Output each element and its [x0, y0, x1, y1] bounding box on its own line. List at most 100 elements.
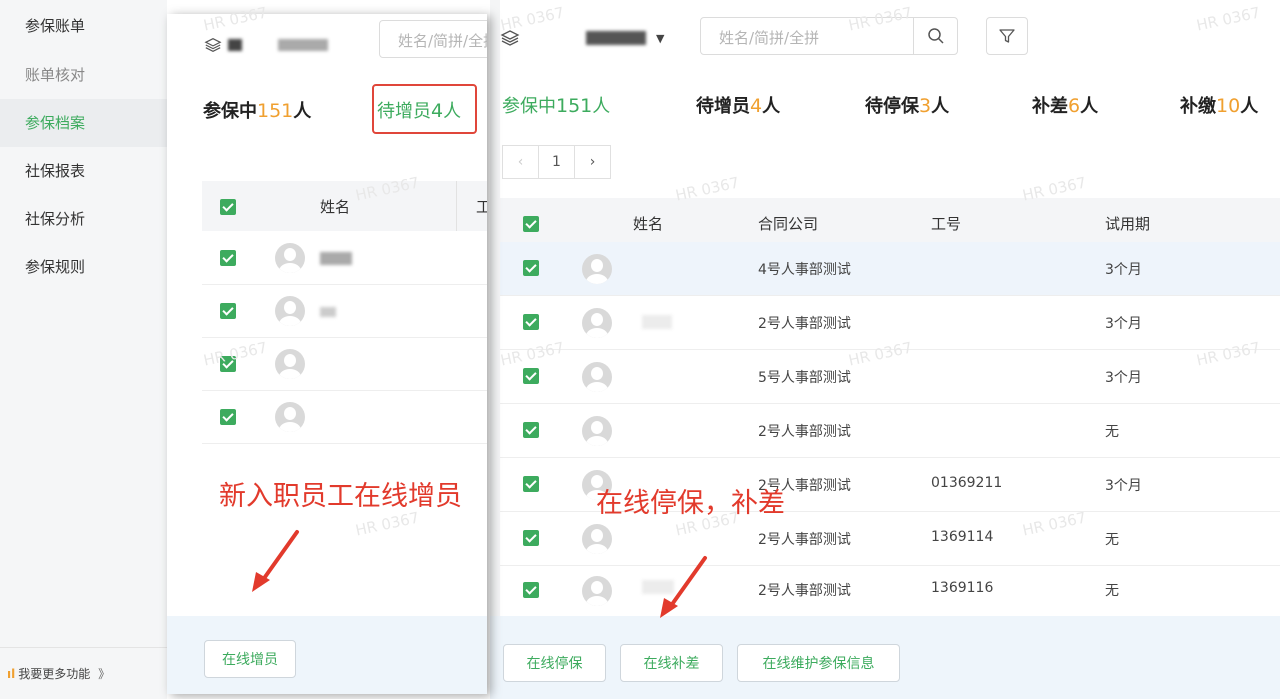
overlay-col-partial[interactable]: 工: [476, 196, 487, 217]
search-placeholder: 姓名/简拼/全拼: [719, 29, 820, 47]
cell-probation: 3个月: [1105, 262, 1142, 278]
stat-difference[interactable]: 补差6人: [1032, 92, 1098, 118]
overlay-col-name[interactable]: 姓名: [320, 196, 350, 217]
overlay-stat-insured-count: 151: [257, 100, 294, 122]
add-member-button[interactable]: 在线增员: [204, 640, 296, 678]
col-company[interactable]: 合同公司: [758, 213, 818, 234]
sidebar-item-social-report[interactable]: 社保报表: [25, 159, 85, 183]
stat-pending-stop[interactable]: 待停保3人: [865, 92, 949, 118]
stop-insurance-button[interactable]: 在线停保: [503, 644, 606, 682]
row-checkbox[interactable]: [220, 250, 236, 266]
stat-pending-add-unit: 人: [762, 96, 781, 117]
sidebar-item-insurance-archive[interactable]: 参保档案: [25, 111, 85, 135]
row-checkbox[interactable]: [523, 260, 539, 276]
prev-page-button[interactable]: ‹: [502, 145, 539, 179]
panel-divider: [490, 0, 500, 699]
bar-chart-icon: ıl: [7, 667, 16, 681]
overlay-table-row[interactable]: [202, 285, 487, 338]
sidebar-item-insurance-bill[interactable]: 参保账单: [25, 14, 85, 38]
overlay-stat-insured-unit: 人: [293, 101, 312, 122]
company-name-redacted: [228, 39, 242, 51]
row-checkbox[interactable]: [220, 409, 236, 425]
cell-company: 5号人事部测试: [758, 370, 851, 386]
search-input[interactable]: 姓名/简拼/全拼: [700, 17, 958, 55]
stat-back-payment-count: 10: [1216, 95, 1241, 117]
sidebar-item-bill-check[interactable]: 账单核对: [25, 63, 85, 87]
overlay-search-placeholder: 姓名/简拼/全拼: [398, 32, 487, 50]
avatar: [582, 308, 612, 338]
sidebar-item-social-analysis[interactable]: 社保分析: [25, 207, 85, 231]
avatar: [275, 296, 305, 326]
more-features-link[interactable]: ıl 我要更多功能 》: [7, 665, 110, 682]
row-checkbox[interactable]: [523, 476, 539, 492]
col-name[interactable]: 姓名: [633, 213, 663, 234]
double-chevron-right-icon: 》: [98, 667, 111, 681]
stat-back-payment[interactable]: 补缴10人: [1180, 92, 1258, 118]
cell-emp-id: 01369211: [931, 475, 1003, 491]
cell-company: 4号人事部测试: [758, 262, 851, 278]
stat-insured[interactable]: 参保中151人: [502, 92, 610, 118]
stat-pending-stop-count: 3: [919, 95, 932, 117]
select-all-checkbox[interactable]: [523, 216, 539, 232]
sidebar-item-insurance-rules[interactable]: 参保规则: [25, 255, 85, 279]
col-emp-id[interactable]: 工号: [931, 213, 961, 234]
stat-difference-unit: 人: [1080, 96, 1099, 117]
cell-probation: 无: [1105, 583, 1119, 599]
cell-company: 2号人事部测试: [758, 532, 851, 548]
overlay-stat-pending-add-unit: 人: [443, 101, 462, 122]
row-checkbox[interactable]: [523, 422, 539, 438]
avatar: [275, 402, 305, 432]
table-row[interactable]: 4号人事部测试 3个月: [500, 242, 1280, 296]
avatar: [582, 524, 612, 554]
overlay-table-row[interactable]: [202, 391, 487, 444]
annotation-arrow-icon: [252, 530, 299, 592]
make-up-difference-button[interactable]: 在线补差: [620, 644, 723, 682]
cell-probation: 无: [1105, 532, 1119, 548]
bulk-action-bar: 在线停保 在线补差 在线维护参保信息: [490, 616, 1280, 699]
name-redacted: [320, 252, 352, 265]
cell-probation: 3个月: [1105, 316, 1142, 332]
stat-pending-add-count: 4: [750, 95, 763, 117]
avatar: [582, 416, 612, 446]
table-row[interactable]: 2号人事部测试 1369116 无: [500, 566, 1280, 620]
table-row[interactable]: 2号人事部测试 无: [500, 404, 1280, 458]
stat-difference-count: 6: [1068, 95, 1081, 117]
table-row[interactable]: 2号人事部测试 1369114 无: [500, 512, 1280, 566]
layers-icon: [204, 38, 222, 52]
col-probation[interactable]: 试用期: [1105, 213, 1150, 234]
row-checkbox[interactable]: [523, 368, 539, 384]
stat-back-payment-unit: 人: [1240, 96, 1259, 117]
stat-pending-stop-unit: 人: [931, 96, 950, 117]
overlay-action-bar: 在线增员: [167, 616, 487, 694]
overlay-company-selector[interactable]: [204, 36, 328, 54]
search-button[interactable]: [913, 18, 957, 54]
annotation-new-hire: 新入职员工在线增员: [219, 481, 462, 512]
caret-down-icon: ▼: [656, 31, 665, 45]
overlay-table-row[interactable]: [202, 232, 487, 285]
overlay-stat-pending-add-count: 4: [431, 100, 444, 122]
overlay-stat-pending-add[interactable]: 待增员4人: [377, 97, 461, 123]
cell-emp-id: 1369116: [931, 580, 994, 596]
row-checkbox[interactable]: [523, 314, 539, 330]
stat-pending-add[interactable]: 待增员4人: [696, 92, 780, 118]
filter-icon: [999, 29, 1015, 43]
avatar: [582, 254, 612, 284]
stat-pending-stop-label: 待停保: [865, 96, 919, 117]
page-number-button[interactable]: 1: [538, 145, 575, 179]
row-checkbox[interactable]: [220, 303, 236, 319]
sidebar-footer: ıl 我要更多功能 》: [0, 647, 167, 699]
filter-button[interactable]: [986, 17, 1028, 55]
cell-probation: 3个月: [1105, 370, 1142, 386]
cell-probation: 3个月: [1105, 478, 1142, 494]
overlay-stat-insured[interactable]: 参保中151人: [203, 97, 311, 123]
stat-insured-unit: 人: [592, 96, 611, 117]
row-checkbox[interactable]: [523, 530, 539, 546]
cell-emp-id: 1369114: [931, 529, 994, 545]
next-page-button[interactable]: ›: [574, 145, 611, 179]
maintain-insurance-info-button[interactable]: 在线维护参保信息: [737, 644, 900, 682]
overlay-search-input[interactable]: 姓名/简拼/全拼: [379, 20, 487, 58]
row-checkbox[interactable]: [523, 582, 539, 598]
column-divider: [456, 181, 457, 231]
overlay-select-all-checkbox[interactable]: [220, 199, 236, 215]
stat-insured-count: 151: [556, 95, 593, 117]
